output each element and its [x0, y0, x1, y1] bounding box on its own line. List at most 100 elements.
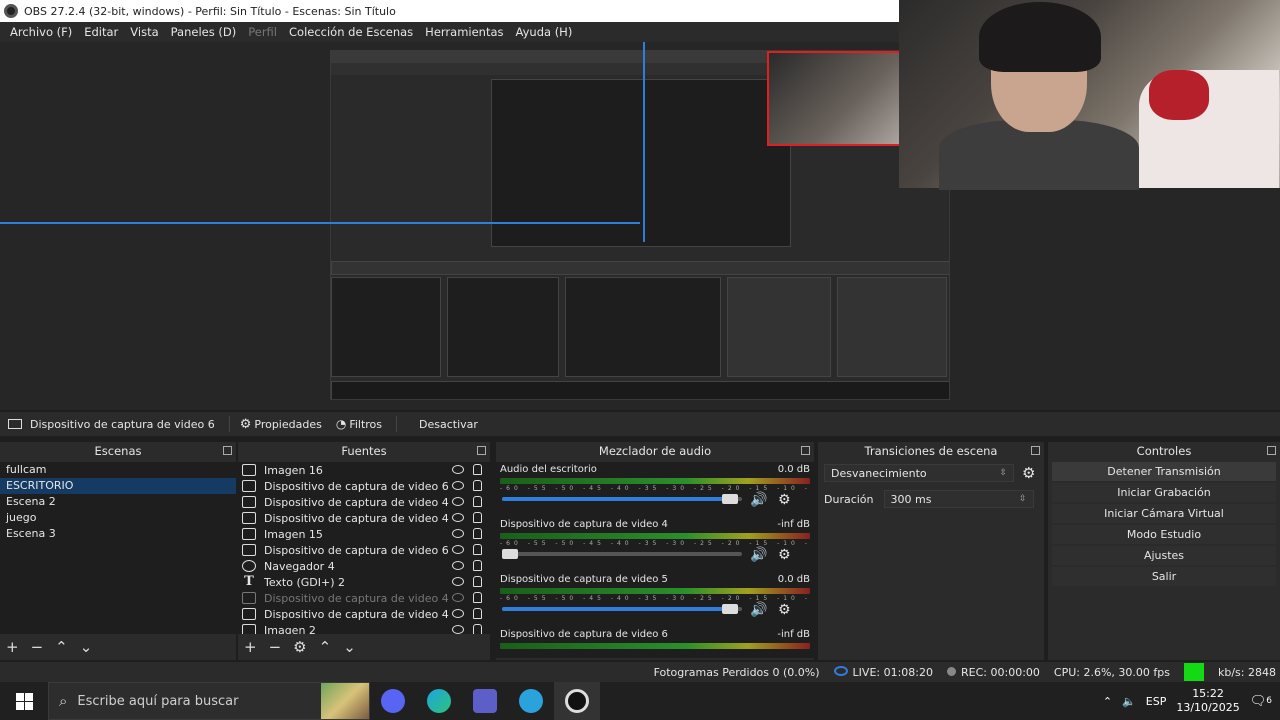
- taskbar-app-edge[interactable]: [416, 682, 462, 720]
- source-item[interactable]: Dispositivo de captura de video 4: [238, 510, 490, 526]
- source-item[interactable]: Dispositivo de captura de video 6: [238, 542, 490, 558]
- eye-icon[interactable]: [452, 465, 464, 474]
- taskbar-search[interactable]: ⌕ Escribe aquí para buscar: [48, 682, 370, 720]
- move-down-icon[interactable]: ⌄: [343, 638, 356, 656]
- source-item[interactable]: Dispositivo de captura de video 6: [238, 478, 490, 494]
- chevron-updown-icon[interactable]: ⇳: [1019, 494, 1027, 504]
- move-up-icon[interactable]: ⌃: [55, 638, 68, 656]
- taskbar-app-teams[interactable]: [462, 682, 508, 720]
- volume-slider[interactable]: [502, 494, 742, 504]
- mixer-track: Dispositivo de captura de video 6 -inf dB: [496, 627, 814, 658]
- dock-icon[interactable]: [801, 446, 810, 455]
- move-up-icon[interactable]: ⌃: [319, 638, 332, 656]
- source-item-hidden[interactable]: Dispositivo de captura de video 4: [238, 590, 490, 606]
- lock-icon[interactable]: [473, 592, 482, 603]
- source-item[interactable]: Imagen 15: [238, 526, 490, 542]
- eye-icon[interactable]: [452, 497, 464, 506]
- gear-icon[interactable]: ⚙: [778, 547, 791, 563]
- lock-icon[interactable]: [473, 496, 482, 507]
- properties-button[interactable]: ⚙ Propiedades: [240, 417, 322, 432]
- duration-spinbox[interactable]: 300 ms ⇳: [883, 490, 1034, 508]
- eye-icon[interactable]: [452, 577, 464, 586]
- speaker-icon[interactable]: 🔈: [1122, 695, 1136, 708]
- lock-icon[interactable]: [473, 544, 482, 555]
- remove-icon[interactable]: −: [31, 638, 44, 656]
- dock-icon[interactable]: [1031, 446, 1040, 455]
- speaker-icon[interactable]: 🔊: [750, 492, 767, 508]
- dock-icon[interactable]: [477, 446, 486, 455]
- start-virtual-camera-button[interactable]: Iniciar Cámara Virtual: [1052, 504, 1276, 523]
- source-item[interactable]: Dispositivo de captura de video 4: [238, 494, 490, 510]
- lock-icon[interactable]: [473, 512, 482, 523]
- start-recording-button[interactable]: Iniciar Grabación: [1052, 483, 1276, 502]
- clock[interactable]: 15:22 13/10/2025: [1176, 687, 1239, 715]
- deactivate-button[interactable]: Desactivar: [407, 418, 490, 431]
- volume-slider[interactable]: [502, 604, 742, 614]
- eye-icon[interactable]: [452, 561, 464, 570]
- eye-icon[interactable]: [452, 529, 464, 538]
- move-down-icon[interactable]: ⌄: [80, 638, 93, 656]
- gear-icon[interactable]: ⚙: [778, 602, 791, 618]
- source-item[interactable]: Dispositivo de captura de video 4: [238, 606, 490, 622]
- menu-coleccion[interactable]: Colección de Escenas: [283, 25, 419, 39]
- settings-button[interactable]: Ajustes: [1052, 546, 1276, 565]
- lock-icon[interactable]: [473, 624, 482, 634]
- speaker-icon[interactable]: 🔊: [750, 547, 767, 563]
- lock-icon[interactable]: [473, 560, 482, 571]
- add-icon[interactable]: +: [244, 638, 257, 656]
- notification-icon[interactable]: 🗨: [1250, 694, 1267, 709]
- exit-button[interactable]: Salir: [1052, 567, 1276, 586]
- source-item[interactable]: Navegador 4: [238, 558, 490, 574]
- speaker-icon[interactable]: 🔊: [750, 602, 767, 618]
- menu-herramientas[interactable]: Herramientas: [419, 25, 509, 39]
- eye-icon[interactable]: [452, 481, 464, 490]
- scene-item[interactable]: fullcam: [0, 462, 236, 478]
- scene-item[interactable]: juego: [0, 510, 236, 526]
- taskbar-app-discord[interactable]: [370, 682, 416, 720]
- taskbar-app-obs[interactable]: [554, 682, 600, 720]
- lock-icon[interactable]: [473, 480, 482, 491]
- eye-icon[interactable]: [452, 609, 464, 618]
- gear-icon[interactable]: ⚙: [293, 638, 306, 656]
- source-label: Dispositivo de captura de video 4: [264, 591, 449, 605]
- mixer-track: Dispositivo de captura de video 5 0.0 dB …: [496, 572, 814, 627]
- filters-button[interactable]: ◔ Filtros: [336, 417, 382, 431]
- eye-icon[interactable]: [452, 625, 464, 634]
- stop-stream-button[interactable]: Detener Transmisión: [1052, 462, 1276, 481]
- source-item[interactable]: Imagen 16: [238, 462, 490, 478]
- volume-slider[interactable]: [502, 549, 742, 559]
- menu-perfil[interactable]: Perfil: [242, 25, 283, 39]
- eye-icon[interactable]: [452, 545, 464, 554]
- gear-icon[interactable]: ⚙: [778, 492, 791, 508]
- eye-off-icon[interactable]: [452, 593, 464, 602]
- remove-icon[interactable]: −: [269, 638, 282, 656]
- menu-vista[interactable]: Vista: [124, 25, 164, 39]
- transition-dropdown[interactable]: Desvanecimiento ⇳: [824, 464, 1014, 482]
- menu-ayuda[interactable]: Ayuda (H): [510, 25, 579, 39]
- scene-item-selected[interactable]: ESCRITORIO: [0, 478, 236, 494]
- scene-item[interactable]: Escena 3: [0, 526, 236, 542]
- language-indicator[interactable]: ESP: [1146, 695, 1167, 708]
- eye-icon[interactable]: [452, 513, 464, 522]
- source-item[interactable]: T Texto (GDI+) 2: [238, 574, 490, 590]
- menu-archivo[interactable]: Archivo (F): [4, 25, 78, 39]
- windows-start-button[interactable]: [0, 682, 48, 720]
- volume-knob[interactable]: [502, 549, 518, 559]
- volume-knob[interactable]: [722, 604, 738, 614]
- lock-icon[interactable]: [473, 528, 482, 539]
- lock-icon[interactable]: [473, 576, 482, 587]
- menu-paneles[interactable]: Paneles (D): [165, 25, 243, 39]
- lock-icon[interactable]: [473, 464, 482, 475]
- gear-icon[interactable]: ⚙: [1022, 464, 1035, 482]
- lock-icon[interactable]: [473, 608, 482, 619]
- menu-editar[interactable]: Editar: [78, 25, 124, 39]
- add-icon[interactable]: +: [6, 638, 19, 656]
- chevron-up-icon[interactable]: ⌃: [1103, 695, 1112, 708]
- volume-knob[interactable]: [722, 494, 738, 504]
- dock-icon[interactable]: [1267, 446, 1276, 455]
- taskbar-app-telegram[interactable]: [508, 682, 554, 720]
- scene-item[interactable]: Escena 2: [0, 494, 236, 510]
- dock-icon[interactable]: [223, 446, 232, 455]
- source-item[interactable]: Imagen 2: [238, 622, 490, 634]
- studio-mode-button[interactable]: Modo Estudio: [1052, 525, 1276, 544]
